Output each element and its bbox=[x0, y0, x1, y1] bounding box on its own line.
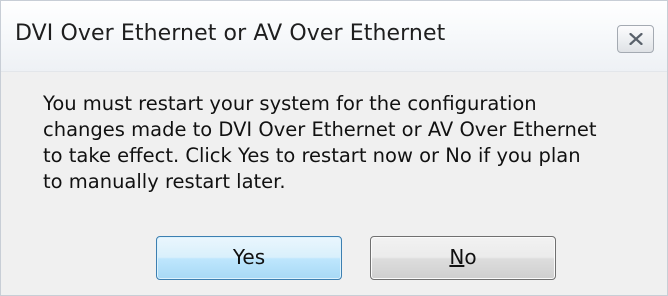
yes-button[interactable]: Yes bbox=[156, 236, 342, 280]
no-button[interactable]: No bbox=[370, 236, 556, 280]
no-button-mnemonic: N bbox=[449, 245, 465, 269]
restart-message: You must restart your system for the con… bbox=[43, 92, 597, 193]
no-button-label: o bbox=[464, 245, 477, 269]
dialog-title: DVI Over Ethernet or AV Over Ethernet bbox=[15, 21, 446, 46]
restart-dialog: DVI Over Ethernet or AV Over Ethernet Yo… bbox=[0, 0, 668, 296]
close-button[interactable] bbox=[617, 25, 654, 53]
title-bar[interactable]: DVI Over Ethernet or AV Over Ethernet bbox=[1, 1, 667, 72]
close-icon bbox=[629, 33, 643, 45]
